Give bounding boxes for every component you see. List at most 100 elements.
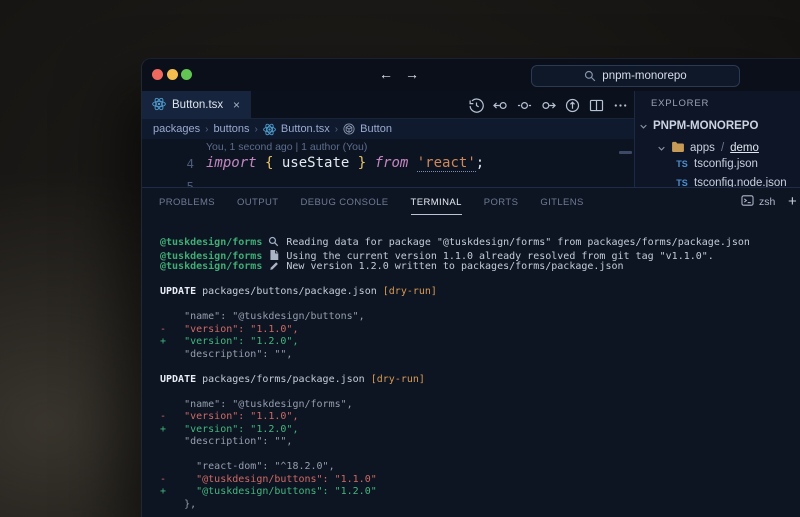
editor-region[interactable]: You, 1 second ago | 1 author (You) 4 imp… <box>142 139 634 187</box>
terminal-text: - "version": "1.1.0", <box>160 324 298 335</box>
title-bar: ← → pnpm-monorepo <box>142 59 800 91</box>
explorer-sidebar: EXPLORER PNPM-MONOREPO apps/demo TStscon… <box>634 91 800 187</box>
run-file-icon[interactable] <box>565 98 580 113</box>
terminal-line: - "version": "1.1.0", <box>160 411 800 424</box>
terminal-text: packages/forms/package.json <box>196 374 371 385</box>
terminal-text: UPDATE <box>160 374 196 385</box>
terminal-shell-button[interactable]: zsh <box>741 188 775 216</box>
code-token: import <box>206 155 265 171</box>
line-number: 4 <box>166 156 194 171</box>
tab-button-tsx[interactable]: Button.tsx × <box>142 91 251 119</box>
panel-tab-bar: PROBLEMS OUTPUT DEBUG CONSOLE TERMINAL PORTS… <box>142 188 800 216</box>
breadcrumb-label: Button <box>360 123 392 135</box>
terminal-text: "description": "", <box>160 436 292 447</box>
breadcrumb-item-button-tsx[interactable]: Button.tsx <box>263 123 330 136</box>
panel-tab-problems[interactable]: PROBLEMS <box>159 197 215 208</box>
breadcrumb-separator: › <box>205 124 208 135</box>
panel-tab-output[interactable]: OUTPUT <box>237 197 278 208</box>
terminal-text: [dry-run] <box>371 374 425 385</box>
file-name: tsconfig.node.json <box>694 177 787 187</box>
terminal-line <box>160 274 800 287</box>
terminal-line <box>160 361 800 374</box>
terminal-line: "name": "@tuskdesign/buttons", <box>160 311 800 324</box>
terminal-output[interactable]: @tuskdesign/forms Reading data for packag… <box>142 216 800 517</box>
forward-button[interactable]: → <box>405 66 419 83</box>
terminal-text: "react-dom": "^18.2.0", <box>160 461 335 472</box>
traffic-light-zoom[interactable] <box>181 69 192 80</box>
panel-tab-debug-console[interactable]: DEBUG CONSOLE <box>300 197 388 208</box>
terminal-text: - "@tuskdesign/buttons": "1.1.0" <box>160 474 377 485</box>
code-token: } <box>349 155 366 171</box>
terminal-line: - "@tuskdesign/buttons": "1.1.0" <box>160 474 800 487</box>
folder-icon <box>671 141 685 155</box>
terminal-text: + "version": "1.2.0", <box>160 424 298 435</box>
explorer-root-folder[interactable]: PNPM-MONOREPO <box>639 120 758 132</box>
tree-item-tsconfig-json[interactable]: TStsconfig.json <box>675 158 758 170</box>
terminal-text: "name": "@tuskdesign/forms", <box>160 399 353 410</box>
path-separator: / <box>720 142 725 154</box>
breadcrumb-item-button[interactable]: Button <box>343 123 392 135</box>
react-icon <box>152 97 166 114</box>
ts-icon: TS <box>675 159 689 169</box>
open-changes-next-icon[interactable] <box>541 98 556 113</box>
tree-item-apps-demo[interactable]: apps / demo <box>657 141 759 155</box>
tab-label: Button.tsx <box>172 99 223 111</box>
split-editor-icon[interactable] <box>589 98 604 113</box>
panel-tab-terminal[interactable]: TERMINAL <box>411 197 462 208</box>
terminal-text: Using the current version 1.1.0 already … <box>286 251 713 262</box>
terminal-line: - "version": "1.1.0", <box>160 324 800 337</box>
breadcrumb-label: Button.tsx <box>281 123 330 135</box>
terminal-line: "react-dom": "^18.2.0", <box>160 461 800 474</box>
new-terminal-button[interactable]: + <box>788 193 797 210</box>
terminal-text: @tuskdesign/forms <box>160 237 262 248</box>
history-icon[interactable] <box>469 98 484 113</box>
folder-name: apps <box>690 142 715 154</box>
breadcrumb-item-packages[interactable]: packages <box>153 123 200 135</box>
terminal-line: UPDATE packages/forms/package.json [dry-… <box>160 374 800 387</box>
terminal-text: - "version": "1.1.0", <box>160 411 298 422</box>
chevron-down-icon <box>657 144 666 153</box>
terminal-text: Reading data for package "@tuskdesign/fo… <box>286 237 750 248</box>
terminal-line: "description": "", <box>160 349 800 362</box>
search-icon <box>584 70 596 82</box>
terminal-line <box>160 299 800 312</box>
terminal-line: UPDATE packages/buttons/package.json [dr… <box>160 286 800 299</box>
code-line[interactable]: import { useState } from 'react'; <box>206 155 484 171</box>
code-token: { <box>265 155 282 171</box>
panel-tab-gitlens[interactable]: GITLENS <box>540 197 583 208</box>
terminal-line: "description": "", <box>160 436 800 449</box>
terminal-text: @tuskdesign/forms <box>160 251 262 262</box>
terminal-prompt-icon <box>741 194 754 210</box>
traffic-light-close[interactable] <box>152 69 163 80</box>
open-changes-icon[interactable] <box>517 98 532 113</box>
shell-label: zsh <box>759 196 775 208</box>
panel-tab-ports[interactable]: PORTS <box>484 197 519 208</box>
breadcrumb-label: buttons <box>213 123 249 135</box>
more-actions-icon[interactable] <box>613 98 628 113</box>
terminal-line: + "version": "1.2.0", <box>160 336 800 349</box>
tree-item-tsconfig-node-json[interactable]: TS tsconfig.node.json <box>675 177 787 187</box>
terminal-line: "name": "@tuskdesign/forms", <box>160 399 800 412</box>
symbol-class-icon <box>343 123 355 135</box>
traffic-light-minimize[interactable] <box>167 69 178 80</box>
explorer-header: EXPLORER <box>651 98 709 109</box>
terminal-text: New version 1.2.0 written to packages/fo… <box>286 261 623 272</box>
chevron-down-icon <box>639 122 648 131</box>
close-icon[interactable]: × <box>233 98 240 112</box>
command-center-search[interactable]: pnpm-monorepo <box>531 65 740 87</box>
vscode-window: ← → pnpm-monorepo Button.tsx × packages ›… <box>141 58 800 517</box>
breadcrumb: packages›buttons›Button.tsx›Button <box>142 119 634 139</box>
terminal-text: @tuskdesign/forms <box>160 261 262 272</box>
folder-active-child: demo <box>730 142 759 154</box>
terminal-text: UPDATE <box>160 286 196 297</box>
terminal-line <box>160 386 800 399</box>
terminal-text: + "version": "1.2.0", <box>160 336 298 347</box>
code-token: useState <box>282 155 349 171</box>
back-button[interactable]: ← <box>379 66 393 83</box>
breadcrumb-item-buttons[interactable]: buttons <box>213 123 249 135</box>
terminal-line: @tuskdesign/forms New version 1.2.0 writt… <box>160 261 800 274</box>
terminal-text: packages/buttons/package.json <box>196 286 383 297</box>
open-changes-prev-icon[interactable] <box>493 98 508 113</box>
gitlens-blame-annotation: You, 1 second ago | 1 author (You) <box>206 141 367 153</box>
ts-icon: TS <box>675 178 689 187</box>
